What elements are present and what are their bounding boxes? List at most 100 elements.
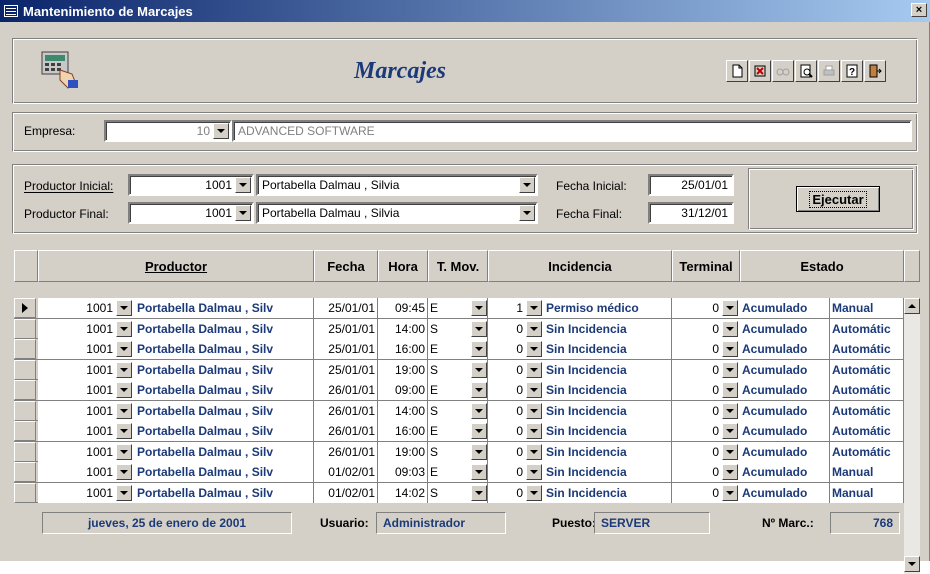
productor-final-dropdown-button[interactable] — [235, 205, 251, 221]
productor-code-cell[interactable]: 1001 — [38, 339, 134, 359]
terminal-cell[interactable]: 0 — [672, 380, 740, 400]
record-selector[interactable] — [14, 359, 36, 380]
terminal-dropdown-button[interactable] — [722, 484, 738, 501]
terminal-dropdown-button[interactable] — [722, 361, 738, 378]
record-selector[interactable] — [14, 482, 36, 503]
scroll-up-button[interactable] — [904, 298, 920, 314]
header-incidencia[interactable]: Incidencia — [488, 250, 672, 282]
hora-cell[interactable]: 09:03 — [378, 462, 428, 482]
tmov-dropdown-button[interactable] — [471, 402, 487, 419]
ejecutar-button[interactable]: Ejecutar — [796, 186, 880, 212]
header-terminal[interactable]: Terminal — [672, 250, 740, 282]
exit-icon[interactable] — [864, 60, 886, 82]
table-row[interactable]: 1001 Portabella Dalmau , Silv 25/01/01 09:4… — [14, 298, 904, 319]
tmov-cell[interactable]: E — [428, 380, 488, 400]
table-row[interactable]: 1001 Portabella Dalmau , Silv 25/01/01 19:0… — [14, 359, 904, 380]
hora-cell[interactable]: 09:00 — [378, 380, 428, 400]
terminal-dropdown-button[interactable] — [722, 464, 738, 480]
tmov-dropdown-button[interactable] — [471, 423, 487, 439]
terminal-dropdown-button[interactable] — [722, 402, 738, 419]
table-row[interactable]: 1001 Portabella Dalmau , Silv 26/01/01 16:0… — [14, 421, 904, 442]
productor-dropdown-button[interactable] — [116, 361, 132, 378]
incidencia-dropdown-button[interactable] — [526, 320, 542, 337]
new-record-icon[interactable] — [726, 60, 748, 82]
productor-inicial-dropdown-button[interactable] — [235, 177, 251, 193]
table-row[interactable]: 1001 Portabella Dalmau , Silv 01/02/01 09:0… — [14, 462, 904, 483]
tmov-dropdown-button[interactable] — [471, 464, 487, 480]
hora-cell[interactable]: 14:00 — [378, 400, 428, 421]
record-selector[interactable] — [14, 380, 36, 400]
terminal-dropdown-button[interactable] — [722, 341, 738, 357]
tmov-cell[interactable]: E — [428, 339, 488, 359]
productor-code-cell[interactable]: 1001 — [38, 298, 134, 318]
tmov-cell[interactable]: S — [428, 441, 488, 462]
productor-final-code-field[interactable]: 1001 — [128, 202, 254, 224]
header-hora[interactable]: Hora — [378, 250, 428, 282]
header-productor[interactable]: Productor — [38, 250, 314, 282]
tmov-cell[interactable]: S — [428, 400, 488, 421]
fecha-cell[interactable]: 25/01/01 — [314, 359, 378, 380]
help-icon[interactable]: ? — [841, 60, 863, 82]
table-row[interactable]: 1001 Portabella Dalmau , Silv 25/01/01 16:0… — [14, 339, 904, 360]
terminal-cell[interactable]: 0 — [672, 400, 740, 421]
productor-dropdown-button[interactable] — [116, 341, 132, 357]
tmov-dropdown-button[interactable] — [471, 341, 487, 357]
productor-dropdown-button[interactable] — [116, 320, 132, 337]
incidencia-code-cell[interactable]: 0 — [488, 380, 544, 400]
record-selector[interactable] — [14, 339, 36, 359]
productor-code-cell[interactable]: 1001 — [38, 462, 134, 482]
incidencia-code-cell[interactable]: 0 — [488, 359, 544, 380]
empresa-dropdown-button[interactable] — [213, 123, 229, 139]
terminal-cell[interactable]: 0 — [672, 339, 740, 359]
productor-final-name-combo[interactable]: Portabella Dalmau , Silvia — [256, 202, 538, 224]
incidencia-code-cell[interactable]: 0 — [488, 339, 544, 359]
incidencia-code-cell[interactable]: 1 — [488, 298, 544, 318]
productor-dropdown-button[interactable] — [116, 484, 132, 501]
incidencia-dropdown-button[interactable] — [526, 300, 542, 316]
tmov-dropdown-button[interactable] — [471, 320, 487, 337]
terminal-dropdown-button[interactable] — [722, 320, 738, 337]
terminal-dropdown-button[interactable] — [722, 423, 738, 439]
tmov-cell[interactable]: S — [428, 482, 488, 503]
terminal-cell[interactable]: 0 — [672, 359, 740, 380]
tmov-cell[interactable]: E — [428, 421, 488, 441]
tmov-dropdown-button[interactable] — [471, 300, 487, 316]
incidencia-code-cell[interactable]: 0 — [488, 421, 544, 441]
incidencia-dropdown-button[interactable] — [526, 423, 542, 439]
record-selector[interactable] — [14, 298, 36, 318]
productor-dropdown-button[interactable] — [116, 443, 132, 460]
incidencia-dropdown-button[interactable] — [526, 361, 542, 378]
terminal-cell[interactable]: 0 — [672, 421, 740, 441]
productor-inicial-name-dropdown-button[interactable] — [519, 177, 535, 193]
terminal-dropdown-button[interactable] — [722, 443, 738, 460]
productor-dropdown-button[interactable] — [116, 382, 132, 398]
header-tmov[interactable]: T. Mov. — [428, 250, 488, 282]
productor-code-cell[interactable]: 1001 — [38, 400, 134, 421]
close-button[interactable]: × — [911, 3, 927, 17]
productor-dropdown-button[interactable] — [116, 423, 132, 439]
productor-code-cell[interactable]: 1001 — [38, 482, 134, 503]
terminal-cell[interactable]: 0 — [672, 441, 740, 462]
delete-icon[interactable] — [749, 60, 771, 82]
fecha-cell[interactable]: 26/01/01 — [314, 380, 378, 400]
fecha-cell[interactable]: 25/01/01 — [314, 298, 378, 318]
header-fecha[interactable]: Fecha — [314, 250, 378, 282]
table-row[interactable]: 1001 Portabella Dalmau , Silv 25/01/01 14:0… — [14, 318, 904, 339]
fecha-inicial-field[interactable]: 25/01/01 — [648, 174, 734, 196]
productor-final-name-dropdown-button[interactable] — [519, 205, 535, 221]
hora-cell[interactable]: 09:45 — [378, 298, 428, 318]
fecha-cell[interactable]: 26/01/01 — [314, 421, 378, 441]
tmov-cell[interactable]: E — [428, 298, 488, 318]
incidencia-dropdown-button[interactable] — [526, 464, 542, 480]
tmov-cell[interactable]: S — [428, 318, 488, 339]
incidencia-dropdown-button[interactable] — [526, 341, 542, 357]
terminal-cell[interactable]: 0 — [672, 482, 740, 503]
record-selector[interactable] — [14, 318, 36, 339]
fecha-cell[interactable]: 25/01/01 — [314, 318, 378, 339]
tmov-cell[interactable]: E — [428, 462, 488, 482]
productor-dropdown-button[interactable] — [116, 464, 132, 480]
table-row[interactable]: 1001 Portabella Dalmau , Silv 26/01/01 19:0… — [14, 441, 904, 462]
find-icon[interactable] — [772, 60, 794, 82]
fecha-cell[interactable]: 26/01/01 — [314, 400, 378, 421]
fecha-cell[interactable]: 01/02/01 — [314, 462, 378, 482]
